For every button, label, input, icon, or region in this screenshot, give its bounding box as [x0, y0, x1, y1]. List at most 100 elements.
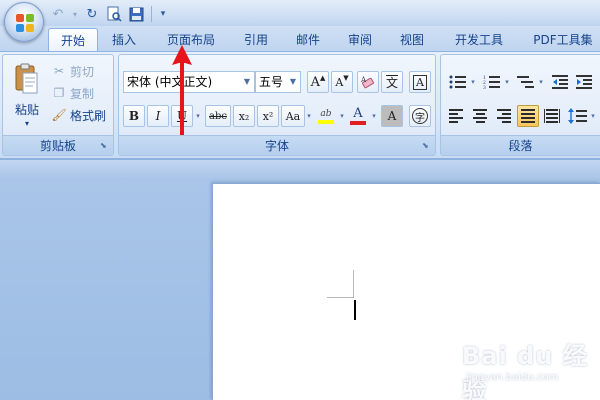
office-logo-icon: [16, 14, 34, 32]
change-case-button[interactable]: Aa: [281, 105, 305, 127]
align-right-icon: [497, 109, 511, 123]
print-preview-icon[interactable]: [104, 4, 124, 24]
font-color-icon: A: [353, 106, 363, 121]
cut-label: 剪切: [70, 64, 95, 79]
tab-home[interactable]: 开始: [48, 28, 98, 52]
numbered-list-icon: 123: [483, 75, 500, 89]
multilevel-list-button[interactable]: [513, 71, 539, 93]
office-button[interactable]: [4, 2, 44, 42]
numbering-button[interactable]: 123: [479, 71, 505, 93]
character-shading-button[interactable]: A: [381, 105, 403, 127]
line-spacing-dropdown-icon[interactable]: ▾: [589, 112, 597, 120]
font-color-dropdown-icon[interactable]: ▾: [370, 112, 378, 120]
increase-indent-button[interactable]: [573, 71, 595, 93]
italic-icon: I: [155, 109, 161, 123]
font-size-combo[interactable]: 五号 ▼: [255, 71, 301, 93]
text-cursor: [354, 300, 356, 320]
bullets-button[interactable]: [445, 71, 471, 93]
tab-review[interactable]: 审阅: [340, 28, 380, 52]
chevron-down-icon[interactable]: ▼: [286, 72, 300, 92]
paste-label: 粘贴: [14, 103, 39, 117]
bold-icon: B: [128, 109, 140, 123]
distributed-button[interactable]: [541, 105, 563, 127]
italic-button[interactable]: I: [147, 105, 169, 127]
format-painter-label: 格式刷: [70, 108, 107, 123]
svg-text:3: 3: [483, 85, 486, 89]
subscript-button[interactable]: x₂: [233, 105, 255, 127]
workspace-top-band: [0, 160, 600, 178]
quick-access-toolbar: ↶ ▾ ↻ ▾: [48, 4, 169, 24]
phonetic-guide-button[interactable]: 文: [381, 71, 403, 93]
baidu-watermark: Bai du 经验 jingyan.baidu.com: [462, 336, 594, 400]
tab-insert[interactable]: 插入: [104, 28, 144, 52]
tab-references[interactable]: 引用: [236, 28, 276, 52]
multilevel-list-icon: [517, 76, 534, 88]
justify-button[interactable]: [517, 105, 539, 127]
highlighter-icon: ab: [320, 109, 332, 119]
font-color-button[interactable]: A: [347, 105, 369, 127]
enclose-characters-button[interactable]: 字: [409, 105, 431, 127]
multilevel-dropdown-icon[interactable]: ▾: [537, 78, 545, 86]
decrease-indent-button[interactable]: [549, 71, 571, 93]
customize-qat-icon[interactable]: ▾: [157, 4, 169, 24]
undo-icon[interactable]: ↶: [48, 4, 68, 24]
dialog-launcher-icon[interactable]: ⬊: [422, 141, 432, 151]
superscript-button[interactable]: x²: [257, 105, 279, 127]
tab-developer[interactable]: 开发工具: [444, 28, 514, 52]
annotation-arrow-icon: [172, 45, 192, 135]
group-font: 宋体 (中文正文) ▼ 五号 ▼ A▲ A▼ A 文 A B I U: [118, 54, 436, 156]
undo-dropdown-icon[interactable]: ▾: [70, 4, 80, 24]
margin-marker-horizontal: [327, 297, 353, 298]
font-size-value: 五号: [259, 75, 284, 89]
tab-mailings[interactable]: 邮件: [288, 28, 328, 52]
change-case-dropdown-icon[interactable]: ▾: [305, 112, 313, 120]
bold-button[interactable]: B: [123, 105, 145, 127]
highlight-color-bar: [318, 120, 334, 124]
format-painter-button[interactable]: 🖌 格式刷: [51, 105, 106, 125]
strikethrough-button[interactable]: abc: [205, 105, 231, 127]
clear-formatting-button[interactable]: A: [357, 71, 379, 93]
paste-icon: [15, 63, 38, 94]
svg-text:A: A: [360, 76, 367, 84]
chevron-down-icon[interactable]: ▼: [240, 72, 254, 92]
change-case-icon: Aa: [285, 109, 301, 123]
grow-font-button[interactable]: A ▲: [307, 71, 329, 93]
paste-dropdown-icon[interactable]: ▾: [9, 119, 45, 128]
highlight-button[interactable]: ab: [315, 105, 337, 127]
shrink-font-icon: A: [335, 75, 344, 89]
shrink-font-button[interactable]: A ▼: [331, 71, 353, 93]
save-icon[interactable]: [126, 4, 146, 24]
line-spacing-button[interactable]: [565, 105, 591, 127]
underline-dropdown-icon[interactable]: ▾: [194, 112, 202, 120]
strikethrough-icon: abc: [209, 110, 227, 122]
align-right-button[interactable]: [493, 105, 515, 127]
copy-button[interactable]: ❐ 复制: [51, 83, 94, 103]
align-center-button[interactable]: [469, 105, 491, 127]
group-label-clipboard: 剪贴板: [3, 135, 113, 155]
cut-button[interactable]: ✂ 剪切: [51, 61, 94, 81]
line-spacing-icon: [568, 108, 587, 124]
bullets-dropdown-icon[interactable]: ▾: [469, 78, 477, 86]
character-shading-icon: A: [387, 109, 397, 123]
enclose-characters-icon: 字: [412, 108, 428, 124]
group-label-font: 字体: [119, 135, 435, 155]
group-paragraph: ▾ 123 ▾ ▾ ▾ 段落: [440, 54, 600, 156]
redo-icon[interactable]: ↻: [82, 4, 102, 24]
title-bar: ↶ ▾ ↻ ▾: [0, 0, 600, 28]
align-center-icon: [473, 109, 487, 123]
increase-indent-icon: [576, 75, 592, 89]
tab-view[interactable]: 视图: [392, 28, 432, 52]
tab-pdf-tools[interactable]: PDF工具集: [526, 28, 600, 52]
paste-button[interactable]: 粘贴 ▾: [9, 61, 45, 133]
margin-marker-vertical: [353, 270, 354, 298]
paintbrush-icon: 🖌: [51, 108, 67, 122]
character-border-button[interactable]: A: [409, 71, 431, 93]
phonetic-guide-icon: 文: [385, 75, 398, 90]
align-left-button[interactable]: [445, 105, 467, 127]
highlight-dropdown-icon[interactable]: ▾: [338, 112, 346, 120]
ribbon-tab-bar: 开始 插入 页面布局 引用 邮件 审阅 视图 开发工具 PDF工具集: [0, 26, 600, 52]
dialog-launcher-icon[interactable]: ⬊: [100, 141, 110, 151]
watermark-main-text: Bai du 经验: [462, 342, 588, 400]
justify-icon: [521, 109, 535, 123]
numbering-dropdown-icon[interactable]: ▾: [503, 78, 511, 86]
